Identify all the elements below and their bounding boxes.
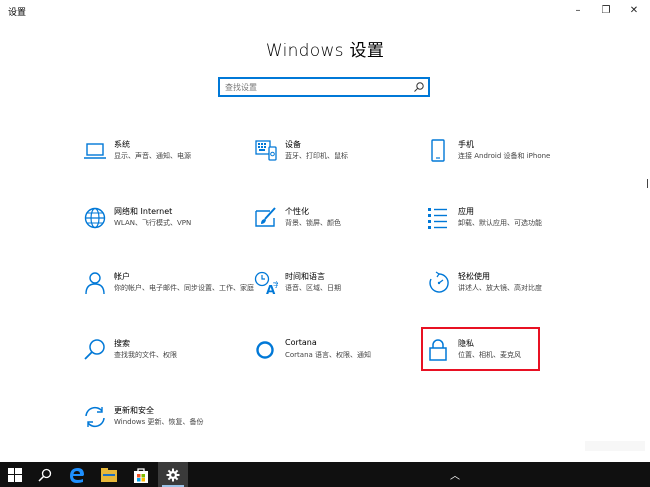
- tile-description: 卸载、默认应用、可选功能: [458, 219, 542, 227]
- tile-description: WLAN、飞行模式、VPN: [114, 219, 192, 227]
- tile-description: 背景、锁屏、颜色: [285, 219, 341, 227]
- paintbrush-icon: [255, 207, 276, 227]
- tile-name: 手机: [458, 140, 474, 149]
- taskbar: ︿: [0, 462, 650, 487]
- time-language-icon: A 字: [254, 271, 278, 295]
- tile-description: 蓝牙、打印机、鼠标: [285, 152, 348, 160]
- search-icon[interactable]: [413, 81, 425, 93]
- faint-overlay: [585, 441, 645, 451]
- privacy-highlight-box: [421, 327, 540, 371]
- update-sync-icon: [85, 406, 105, 428]
- tile-accounts[interactable]: 帐户 你的帐户、电子邮件、同步设置、工作、家庭: [83, 271, 263, 321]
- tile-search[interactable]: 搜索 查找我的文件、权限: [83, 338, 263, 388]
- taskbar-edge-button[interactable]: [62, 462, 92, 487]
- taskbar-settings-button[interactable]: [158, 462, 188, 487]
- tile-description: 查找我的文件、权限: [114, 351, 177, 359]
- tile-description: 你的帐户、电子邮件、同步设置、工作、家庭: [114, 284, 254, 292]
- tile-ease-of-access[interactable]: 轻松使用 讲述人、放大镜、高对比度: [427, 271, 607, 321]
- keyboard-icon: [255, 140, 277, 161]
- windows-start-icon: [8, 467, 22, 482]
- tile-description: 连接 Android 设备和 iPhone: [458, 152, 551, 160]
- tile-devices[interactable]: 设备 蓝牙、打印机、鼠标: [254, 139, 434, 189]
- tile-description: 显示、声音、通知、电源: [114, 152, 191, 160]
- tile-name: 更新和安全: [114, 406, 154, 415]
- tile-name: 设备: [285, 140, 301, 149]
- tile-cortana[interactable]: Cortana Cortana 语言、权限、通知: [254, 338, 434, 388]
- laptop-icon: [84, 143, 106, 159]
- tile-name: Cortana: [285, 338, 317, 347]
- tile-description: Cortana 语言、权限、通知: [285, 351, 372, 359]
- title-bar: 设置 – ❐ ✕: [0, 0, 650, 22]
- taskbar-search-button[interactable]: [30, 462, 60, 487]
- minimize-button[interactable]: –: [565, 2, 591, 20]
- cortana-ring-icon: [256, 341, 274, 359]
- tile-network[interactable]: 网络和 Internet WLAN、飞行模式、VPN: [83, 206, 263, 256]
- search-icon: [84, 339, 105, 360]
- page-title: Windows 设置: [265, 41, 385, 61]
- tile-description: 语音、区域、日期: [285, 284, 341, 292]
- person-icon: [85, 272, 105, 295]
- taskbar-store-button[interactable]: [126, 462, 156, 487]
- taskbar-explorer-button[interactable]: [94, 462, 124, 487]
- tile-name: 网络和 Internet: [114, 207, 173, 216]
- tile-description: Windows 更新、恢复、备份: [114, 418, 204, 426]
- tile-name: 个性化: [285, 207, 309, 216]
- tile-update-security[interactable]: 更新和安全 Windows 更新、恢复、备份: [83, 405, 263, 455]
- tile-personalization[interactable]: 个性化 背景、锁屏、颜色: [254, 206, 434, 256]
- phone-icon: [431, 139, 445, 162]
- tile-name: 时间和语言: [285, 272, 325, 281]
- store-icon: [134, 467, 148, 483]
- tray-overflow-button[interactable]: ︿: [440, 462, 470, 487]
- search-icon: [38, 468, 52, 482]
- file-explorer-icon: [101, 467, 117, 482]
- tile-name: 系统: [114, 140, 130, 149]
- svg-text:字: 字: [273, 280, 278, 289]
- globe-icon: [84, 207, 106, 229]
- tile-name: 应用: [458, 207, 474, 216]
- search-input[interactable]: [225, 80, 410, 94]
- tile-time-language[interactable]: A 字 时间和语言 语音、区域、日期: [254, 271, 434, 321]
- settings-gear-icon: [166, 468, 180, 481]
- tile-phone[interactable]: 手机 连接 Android 设备和 iPhone: [427, 139, 607, 189]
- tile-description: 讲述人、放大镜、高对比度: [458, 284, 542, 292]
- tile-name: 帐户: [114, 272, 130, 281]
- maximize-button[interactable]: ❐: [593, 2, 619, 20]
- scrollbar-thumb[interactable]: [647, 179, 648, 188]
- edge-icon: [70, 467, 84, 483]
- tile-apps[interactable]: 应用 卸载、默认应用、可选功能: [427, 206, 607, 256]
- window-title: 设置: [8, 8, 27, 18]
- chevron-up-icon: ︿: [450, 471, 460, 482]
- ease-of-access-icon: [429, 271, 449, 293]
- start-button[interactable]: [0, 462, 30, 487]
- tile-name: 搜索: [114, 339, 130, 348]
- tile-system[interactable]: 系统 显示、声音、通知、电源: [83, 139, 263, 189]
- search-box[interactable]: [218, 77, 430, 97]
- apps-list-icon: [428, 208, 447, 229]
- tile-name: 轻松使用: [458, 272, 490, 281]
- close-button[interactable]: ✕: [621, 2, 647, 20]
